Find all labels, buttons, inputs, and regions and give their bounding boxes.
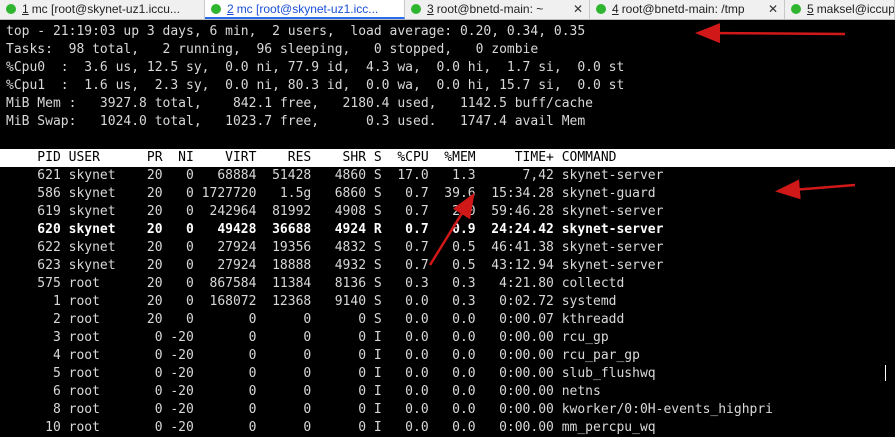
annotation-overlay — [428, 23, 856, 266]
annotation-arrow-skynet-guard — [775, 179, 856, 200]
annotation-arrow-cpu — [428, 192, 475, 266]
annotation-arrow-load-average — [695, 23, 846, 44]
